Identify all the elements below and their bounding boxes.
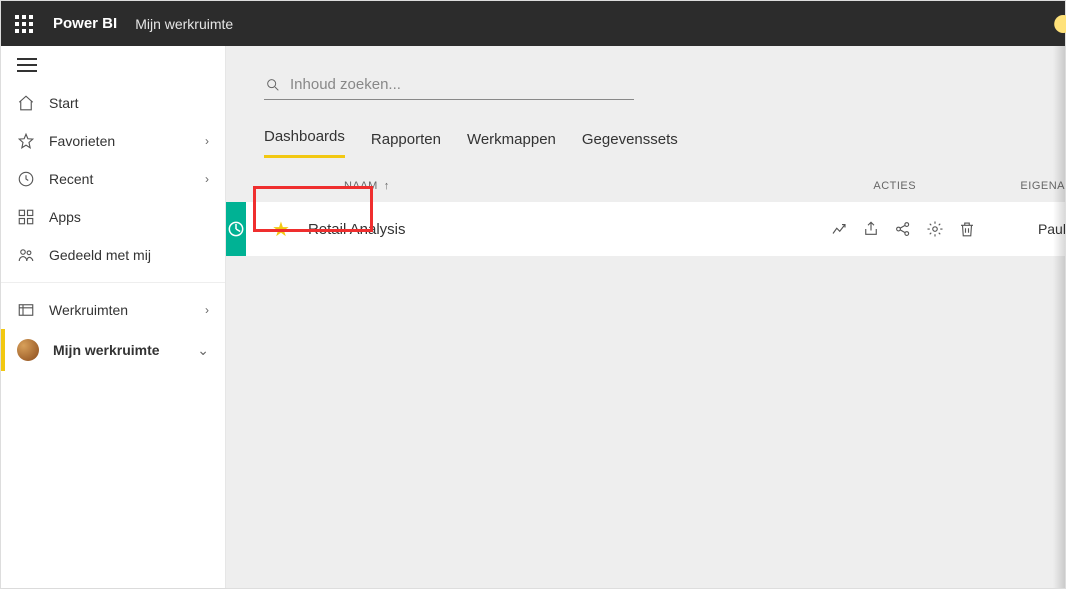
dashboard-type-icon xyxy=(226,202,246,256)
home-icon xyxy=(17,94,35,112)
main-content: Dashboards Rapporten Werkmappen Gegevens… xyxy=(226,46,1065,588)
row-actions xyxy=(828,220,978,238)
search-icon xyxy=(264,76,282,94)
sidebar-item-label: Apps xyxy=(49,209,81,225)
tab-dashboards[interactable]: Dashboards xyxy=(264,128,345,158)
tab-werkmappen[interactable]: Werkmappen xyxy=(467,131,556,158)
tab-gegevenssets[interactable]: Gegevenssets xyxy=(582,131,678,158)
sidebar-item-label: Gedeeld met mij xyxy=(49,247,151,263)
sidebar-item-label: Start xyxy=(49,95,79,111)
list-header: NAAM ↑ ACTIES EIGENA xyxy=(226,180,1065,202)
sidebar-item-apps[interactable]: Apps xyxy=(1,198,225,236)
search-input[interactable] xyxy=(282,72,634,97)
sidebar-item-label: Favorieten xyxy=(49,133,115,149)
table-row[interactable]: ★ Retail Analysis xyxy=(226,202,1065,256)
sidebar-item-label: Recent xyxy=(49,171,93,187)
favorite-star-icon[interactable]: ★ xyxy=(272,217,290,242)
sort-asc-icon: ↑ xyxy=(384,180,390,192)
column-label: NAAM xyxy=(344,180,378,192)
sidebar-separator xyxy=(1,282,225,283)
apps-icon xyxy=(17,208,35,226)
item-name[interactable]: Retail Analysis xyxy=(308,221,828,238)
content-tabs: Dashboards Rapporten Werkmappen Gegevens… xyxy=(264,128,1065,158)
sidebar-item-start[interactable]: Start xyxy=(1,84,225,122)
clock-icon xyxy=(17,170,35,188)
sidebar-item-workspaces[interactable]: Werkruimten › xyxy=(1,291,225,329)
sidebar-item-my-workspace[interactable]: Mijn werkruimte ⌄ xyxy=(1,329,225,371)
breadcrumb[interactable]: Mijn werkruimte xyxy=(135,16,233,32)
metrics-icon[interactable] xyxy=(828,220,850,238)
tab-rapporten[interactable]: Rapporten xyxy=(371,131,441,158)
column-header-owner: EIGENA xyxy=(1020,180,1065,192)
column-header-actions: ACTIES xyxy=(873,180,1020,192)
share-out-icon[interactable] xyxy=(860,220,882,238)
item-owner: Paul Inb xyxy=(1038,221,1065,237)
share-link-icon[interactable] xyxy=(892,220,914,238)
profile-avatar[interactable] xyxy=(1054,15,1066,33)
chevron-right-icon: › xyxy=(205,134,209,148)
workspace-avatar-icon xyxy=(17,339,39,361)
chevron-right-icon: › xyxy=(205,172,209,186)
sidebar-item-label: Werkruimten xyxy=(49,302,128,318)
sidebar: Start Favorieten › Recent › xyxy=(1,46,226,588)
settings-icon[interactable] xyxy=(924,220,946,238)
search-field[interactable] xyxy=(264,72,634,100)
workspaces-icon xyxy=(17,301,35,319)
brand-title: Power BI xyxy=(53,15,117,32)
sidebar-item-recent[interactable]: Recent › xyxy=(1,160,225,198)
delete-icon[interactable] xyxy=(956,220,978,238)
chevron-down-icon: ⌄ xyxy=(197,342,209,359)
star-outline-icon xyxy=(17,132,35,150)
sidebar-item-favorieten[interactable]: Favorieten › xyxy=(1,122,225,160)
sidebar-toggle[interactable] xyxy=(1,46,225,84)
sidebar-item-shared[interactable]: Gedeeld met mij xyxy=(1,236,225,274)
sidebar-item-label: Mijn werkruimte xyxy=(53,342,160,358)
top-bar: Power BI Mijn werkruimte xyxy=(1,1,1065,46)
app-launcher-icon[interactable] xyxy=(15,15,33,33)
shared-icon xyxy=(17,246,35,264)
chevron-right-icon: › xyxy=(205,303,209,317)
column-header-name[interactable]: NAAM ↑ xyxy=(344,180,873,192)
